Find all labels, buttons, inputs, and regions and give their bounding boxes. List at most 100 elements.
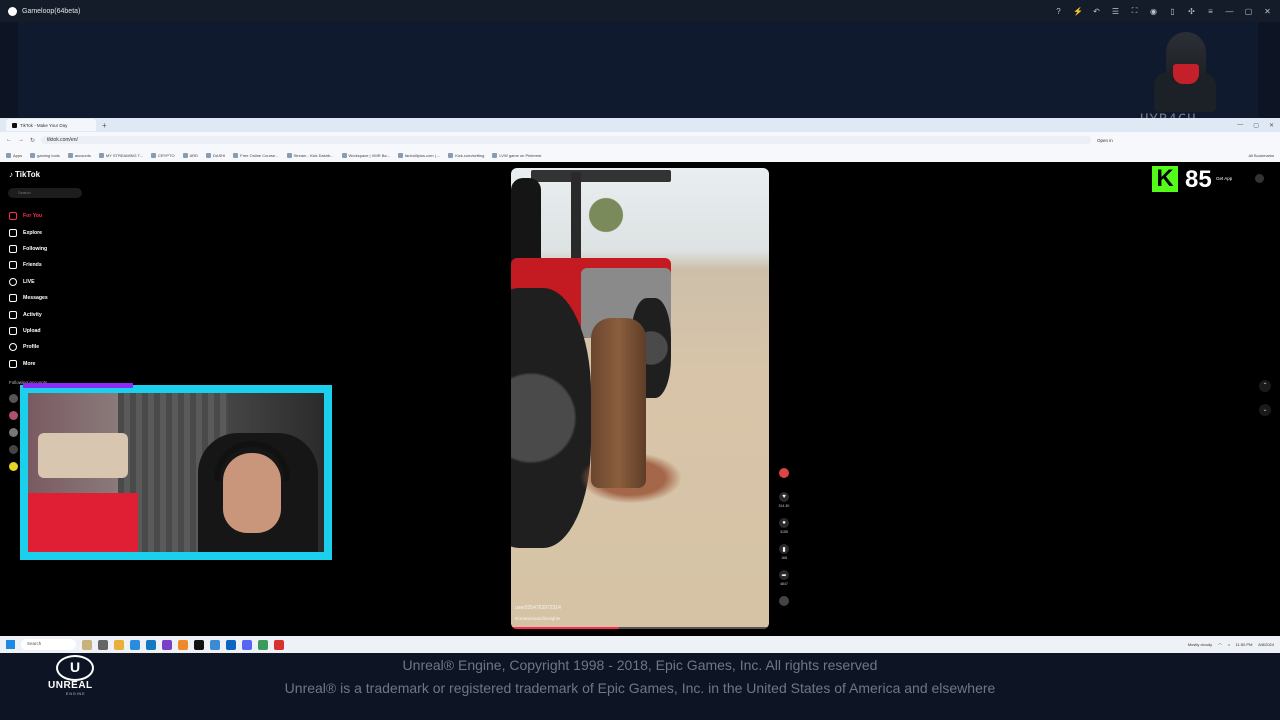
next-video-icon[interactable]: ⌄ <box>1259 404 1271 416</box>
taskbar-app-icon[interactable] <box>82 639 92 650</box>
taskbar-app-icon[interactable] <box>274 639 284 650</box>
browser-minimize-icon[interactable]: — <box>1237 122 1243 129</box>
account-avatar[interactable] <box>9 411 18 420</box>
taskbar-app-icon[interactable] <box>178 639 188 650</box>
clock-time[interactable]: 11:50 PM <box>1236 642 1253 647</box>
bookmark-label: Stream - Kick Dashb... <box>293 152 334 158</box>
prev-video-icon[interactable]: ⌃ <box>1259 380 1271 392</box>
discord-icon[interactable] <box>242 639 252 650</box>
browser-close-icon[interactable]: ✕ <box>1269 122 1274 129</box>
account-avatar[interactable] <box>9 428 18 437</box>
sidebar-item-following[interactable]: Following <box>9 241 89 257</box>
bookmark-item[interactable]: Workspace | XMR Ba... <box>341 152 390 158</box>
account-avatar[interactable] <box>9 394 18 403</box>
unreal-footer: Unreal® Engine, Copyright 1998 - 2018, E… <box>0 653 1280 720</box>
sidebar-item-for-you[interactable]: For You <box>9 208 89 224</box>
video-hashtags[interactable]: #creatorsearchinsights <box>515 616 560 621</box>
video-player[interactable]: user5354763972314 #creatorsearchinsights <box>511 168 769 629</box>
bookmark-item[interactable]: Stream - Kick Dashb... <box>286 152 334 158</box>
forward-icon[interactable]: → <box>18 137 24 143</box>
share-icon[interactable]: ➦ <box>779 570 789 580</box>
bookmark-item[interactable]: accounts <box>67 152 91 158</box>
windows-start-icon[interactable] <box>6 640 15 649</box>
get-app-button[interactable]: Get App <box>1216 176 1232 181</box>
clock-date[interactable]: 8/8/2024 <box>1258 642 1274 647</box>
creator-avatar[interactable] <box>779 468 789 478</box>
help-icon[interactable]: ? <box>1054 7 1063 16</box>
back-icon[interactable]: ← <box>6 137 12 143</box>
new-tab-icon[interactable]: + <box>102 121 107 130</box>
video-progress-bar[interactable] <box>511 627 769 629</box>
sidebar-toggle-icon[interactable]: ▯ <box>1168 7 1177 16</box>
wifi-icon[interactable]: ◠ <box>1218 642 1222 647</box>
sidebar-item-live[interactable]: LIVE <box>9 274 89 290</box>
sidebar-item-explore[interactable]: Explore <box>9 224 89 240</box>
comment-icon[interactable]: ● <box>779 518 789 528</box>
sidebar-item-upload[interactable]: Upload <box>9 323 89 339</box>
video-username[interactable]: user5354763972314 <box>515 605 561 611</box>
bookmark-folder-icon <box>448 152 454 158</box>
browser-restore-icon[interactable]: ▢ <box>1253 122 1259 129</box>
bookmark-item[interactable]: ARD <box>182 152 198 158</box>
sidebar-item-more[interactable]: More <box>9 356 89 372</box>
bookmark-item[interactable]: LVW game on Pinterest <box>492 152 541 158</box>
account-avatar[interactable] <box>9 462 18 471</box>
sidebar-item-profile[interactable]: Profile <box>9 339 89 355</box>
x-app-icon[interactable] <box>194 639 204 650</box>
bookmark-item[interactable]: CRYPTO <box>151 152 175 158</box>
file-explorer-icon[interactable] <box>114 639 124 650</box>
bookmark-folder-icon <box>206 152 212 158</box>
taskbar-app-icon[interactable] <box>210 639 220 650</box>
edge-icon[interactable] <box>146 639 156 650</box>
weather-text[interactable]: Mostly cloudy <box>1188 642 1212 647</box>
bookmark-item[interactable]: gaming tools <box>30 152 60 158</box>
bookmark-item[interactable]: Kick.com/setting <box>448 152 484 158</box>
bookmark-item[interactable]: DASHI <box>206 152 226 158</box>
account-avatar[interactable] <box>9 445 18 454</box>
maximize-icon[interactable]: ▢ <box>1244 7 1253 16</box>
all-bookmarks[interactable]: All Bookmarks <box>1248 153 1274 158</box>
taskbar-app-icon[interactable] <box>162 639 172 650</box>
record-icon[interactable]: ◉ <box>1149 7 1158 16</box>
bookmark-item[interactable]: fanbolliplus.com | ... <box>397 152 440 158</box>
bookmark-item[interactable]: Apps <box>6 152 22 158</box>
undo-icon[interactable]: ↶ <box>1092 7 1101 16</box>
bookmark-folder-icon <box>492 152 498 158</box>
tiktok-logo[interactable]: ♪ TikTok <box>9 170 40 179</box>
bookmark-item[interactable]: MY STREAMING T... <box>98 152 143 158</box>
open-in-button[interactable]: Open in <box>1097 138 1113 143</box>
taskbar-app-icon[interactable] <box>258 639 268 650</box>
address-bar[interactable]: tiktok.com/en/ <box>41 136 1092 144</box>
sidebar-item-activity[interactable]: Activity <box>9 306 89 322</box>
streamer-avatar: HYB4CH <box>1140 28 1222 128</box>
taskbar-search[interactable]: Search <box>21 639 76 650</box>
bookmark-folder-icon <box>286 152 292 158</box>
bookmark-item[interactable]: Free Online Course... <box>233 152 279 158</box>
sidebar-nav: For You Explore Following Friends LIVE Messag… <box>9 208 89 372</box>
bookmark-icon[interactable]: ▮ <box>779 544 789 554</box>
boost-icon[interactable]: ⚡ <box>1073 7 1083 16</box>
bookmark-label: accounts <box>74 152 91 158</box>
settings-icon[interactable]: ✣ <box>1187 7 1196 16</box>
taskbar-app-icon[interactable] <box>98 639 108 650</box>
sidebar-item-friends[interactable]: Friends <box>9 257 89 273</box>
sidebar-item-label: Explore <box>23 229 43 236</box>
linkedin-icon[interactable] <box>226 639 236 650</box>
menu-icon[interactable]: ☰ <box>1111 7 1120 16</box>
fullscreen-icon[interactable]: ⛶ <box>1130 6 1139 16</box>
bookmark-label: DASHI <box>213 152 226 158</box>
close-icon[interactable]: ✕ <box>1263 7 1272 16</box>
music-disc-icon[interactable] <box>779 596 789 606</box>
sidebar-item-messages[interactable]: Messages <box>9 290 89 306</box>
volume-icon[interactable]: ◃ <box>1228 642 1230 647</box>
minimize-icon[interactable]: — <box>1225 7 1234 16</box>
like-icon[interactable]: ♥ <box>779 492 789 502</box>
reload-icon[interactable]: ↻ <box>30 137 35 144</box>
search-input[interactable]: Search <box>8 188 82 198</box>
bookmark-label: gaming tools <box>37 152 60 158</box>
chrome-icon[interactable] <box>130 639 140 650</box>
hamburger-icon[interactable]: ≡ <box>1206 7 1215 16</box>
profile-avatar[interactable] <box>1255 174 1264 183</box>
tab-tiktok[interactable]: TikTok - Make Your Day <box>6 119 96 131</box>
tab-label: TikTok - Make Your Day <box>20 122 68 128</box>
